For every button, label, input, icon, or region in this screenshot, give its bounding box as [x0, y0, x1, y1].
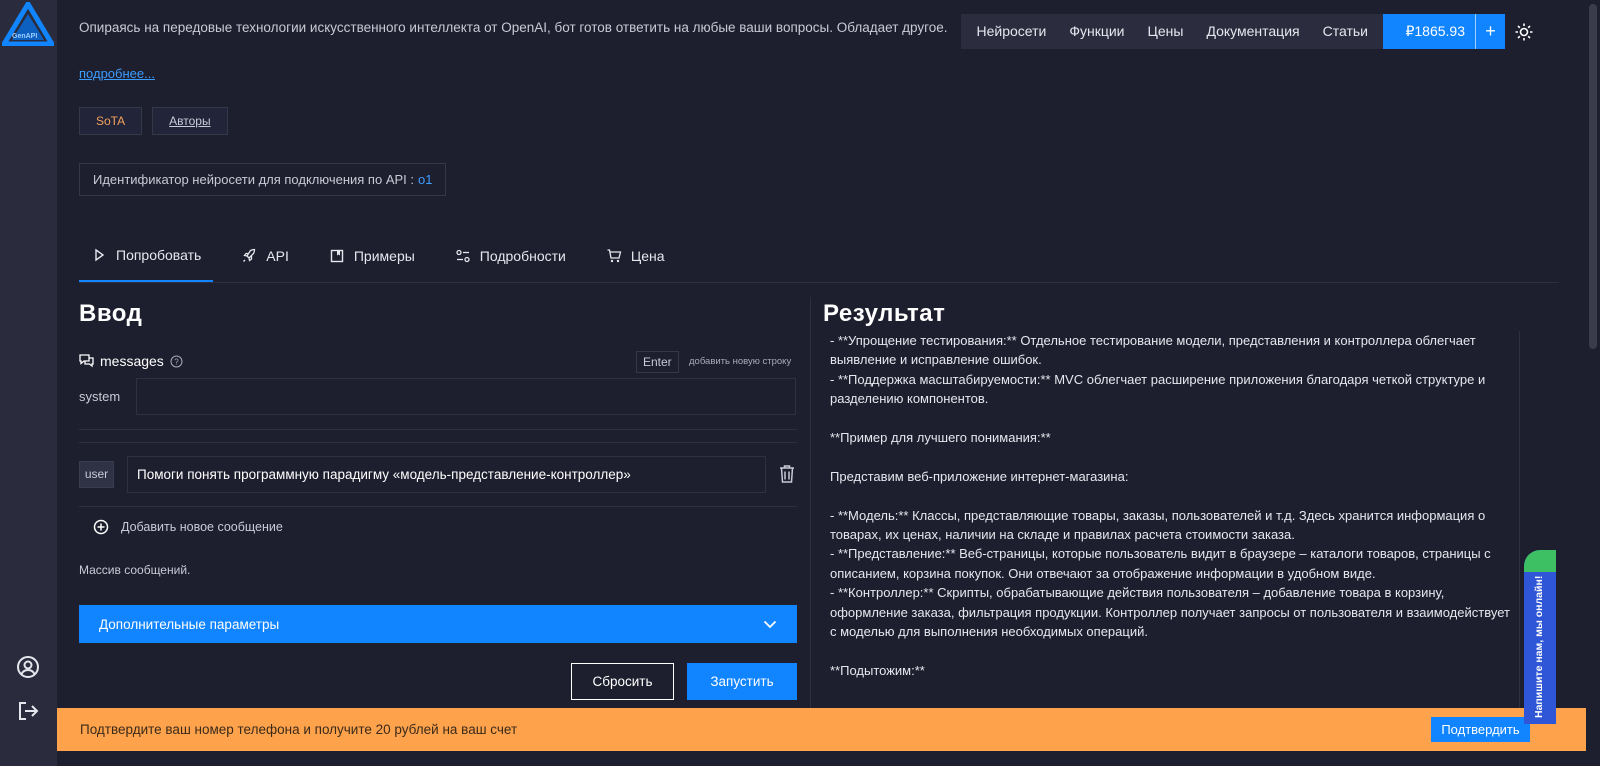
pane-divider	[810, 297, 811, 717]
divider	[79, 442, 797, 443]
tab-examples[interactable]: Примеры	[317, 230, 427, 282]
phone-verify-banner: Подтвердите ваш номер телефона и получит…	[57, 708, 1586, 751]
tab-api-label: API	[266, 248, 289, 264]
settings-icon	[456, 249, 470, 263]
result-text: - **Упрощение тестирования:** Отдельное …	[830, 333, 1510, 678]
messages-array-note: Массив сообщений.	[79, 563, 191, 577]
add-message-button[interactable]: Добавить новое сообщение	[93, 519, 283, 535]
nav-links: Нейросети Функции Цены Документация Стат…	[961, 14, 1384, 49]
online-chat-widget[interactable]: Напишите нам, мы онлайн!	[1524, 550, 1556, 724]
balance-amount: ₽1865.93	[1405, 23, 1465, 39]
system-role-label: system	[79, 389, 121, 404]
input-title: Ввод	[79, 300, 143, 327]
extra-params-label: Дополнительные параметры	[99, 616, 280, 632]
theme-toggle-sun-icon[interactable]	[1505, 14, 1543, 49]
more-link[interactable]: подробнее...	[79, 66, 155, 81]
nav-link-functions[interactable]: Функции	[1058, 14, 1136, 49]
tag-authors[interactable]: Авторы	[152, 107, 228, 135]
model-description: Опираясь на передовые технологии искусст…	[79, 20, 948, 35]
logout-icon[interactable]	[16, 699, 40, 723]
balance-button[interactable]: ₽1865.93 +	[1383, 14, 1505, 49]
chat-widget-status	[1524, 550, 1556, 572]
page-scrollbar-thumb[interactable]	[1589, 4, 1597, 349]
tab-api[interactable]: API	[229, 230, 301, 282]
banner-text: Подтвердите ваш номер телефона и получит…	[80, 722, 518, 737]
svg-text:?: ?	[174, 357, 179, 366]
enter-key-hint: добавить новую строку	[689, 356, 792, 367]
nav-link-articles[interactable]: Статьи	[1311, 14, 1379, 49]
help-icon[interactable]: ?	[170, 355, 183, 368]
tabs: Попробовать API Примеры Подробности Цена	[79, 230, 1559, 283]
chat-widget-text: Напишите нам, мы онлайн!	[1533, 575, 1545, 718]
extra-params-accordion[interactable]: Дополнительные параметры	[79, 605, 797, 643]
bookmark-icon	[330, 249, 344, 263]
tab-price[interactable]: Цена	[594, 230, 677, 282]
enter-key-badge: Enter	[636, 351, 679, 373]
nav-link-neural-networks[interactable]: Нейросети	[965, 14, 1058, 49]
tab-try[interactable]: Попробовать	[79, 230, 214, 282]
divider	[79, 429, 797, 430]
api-identifier: Идентификатор нейросети для подключения …	[79, 163, 447, 196]
messages-label: messages ?	[79, 353, 183, 369]
messages-label-text: messages	[100, 353, 164, 369]
system-message-input[interactable]	[136, 378, 796, 415]
tag-sota: SoTA	[79, 107, 143, 135]
chat-bubbles-icon	[79, 354, 94, 368]
play-icon	[95, 248, 105, 262]
messages-header: messages ? Enter добавить новую строку	[79, 351, 797, 373]
cart-icon	[607, 249, 622, 263]
run-button[interactable]: Запустить	[687, 663, 797, 700]
plus-circle-icon	[93, 519, 109, 535]
tab-details[interactable]: Подробности	[443, 230, 578, 282]
divider	[79, 506, 797, 507]
page-scrollbar[interactable]	[1586, 0, 1600, 766]
verify-phone-button[interactable]: Подтвердить	[1431, 717, 1530, 742]
user-message-input[interactable]	[127, 456, 766, 493]
reset-button[interactable]: Сбросить	[571, 663, 674, 700]
tab-examples-label: Примеры	[353, 248, 415, 264]
user-role-label: user	[79, 461, 114, 488]
result-output[interactable]: - **Упрощение тестирования:** Отдельное …	[823, 331, 1517, 711]
user-profile-icon[interactable]	[16, 655, 40, 679]
api-identifier-value[interactable]: o1	[418, 172, 432, 187]
chevron-down-icon	[763, 620, 777, 628]
result-title: Результат	[823, 300, 946, 327]
nav-link-prices[interactable]: Цены	[1136, 14, 1195, 49]
topup-plus-icon[interactable]: +	[1475, 14, 1505, 49]
nav-link-docs[interactable]: Документация	[1195, 14, 1311, 49]
logo[interactable]: GenAPI	[0, 0, 57, 47]
tags: SoTA Авторы	[79, 107, 228, 135]
delete-message-trash-icon[interactable]	[778, 464, 796, 484]
tab-try-label: Попробовать	[116, 247, 202, 263]
api-identifier-label: Идентификатор нейросети для подключения …	[93, 172, 414, 187]
add-message-label: Добавить новое сообщение	[121, 520, 283, 534]
logo-text: GenAPI	[12, 33, 38, 40]
tab-price-label: Цена	[630, 248, 665, 264]
tab-details-label: Подробности	[479, 248, 566, 264]
main-content: Опираясь на передовые технологии искусст…	[57, 0, 1600, 766]
left-rail: GenAPI	[0, 0, 57, 766]
top-nav: Нейросети Функции Цены Документация Стат…	[961, 14, 1543, 49]
rocket-icon	[243, 248, 256, 262]
